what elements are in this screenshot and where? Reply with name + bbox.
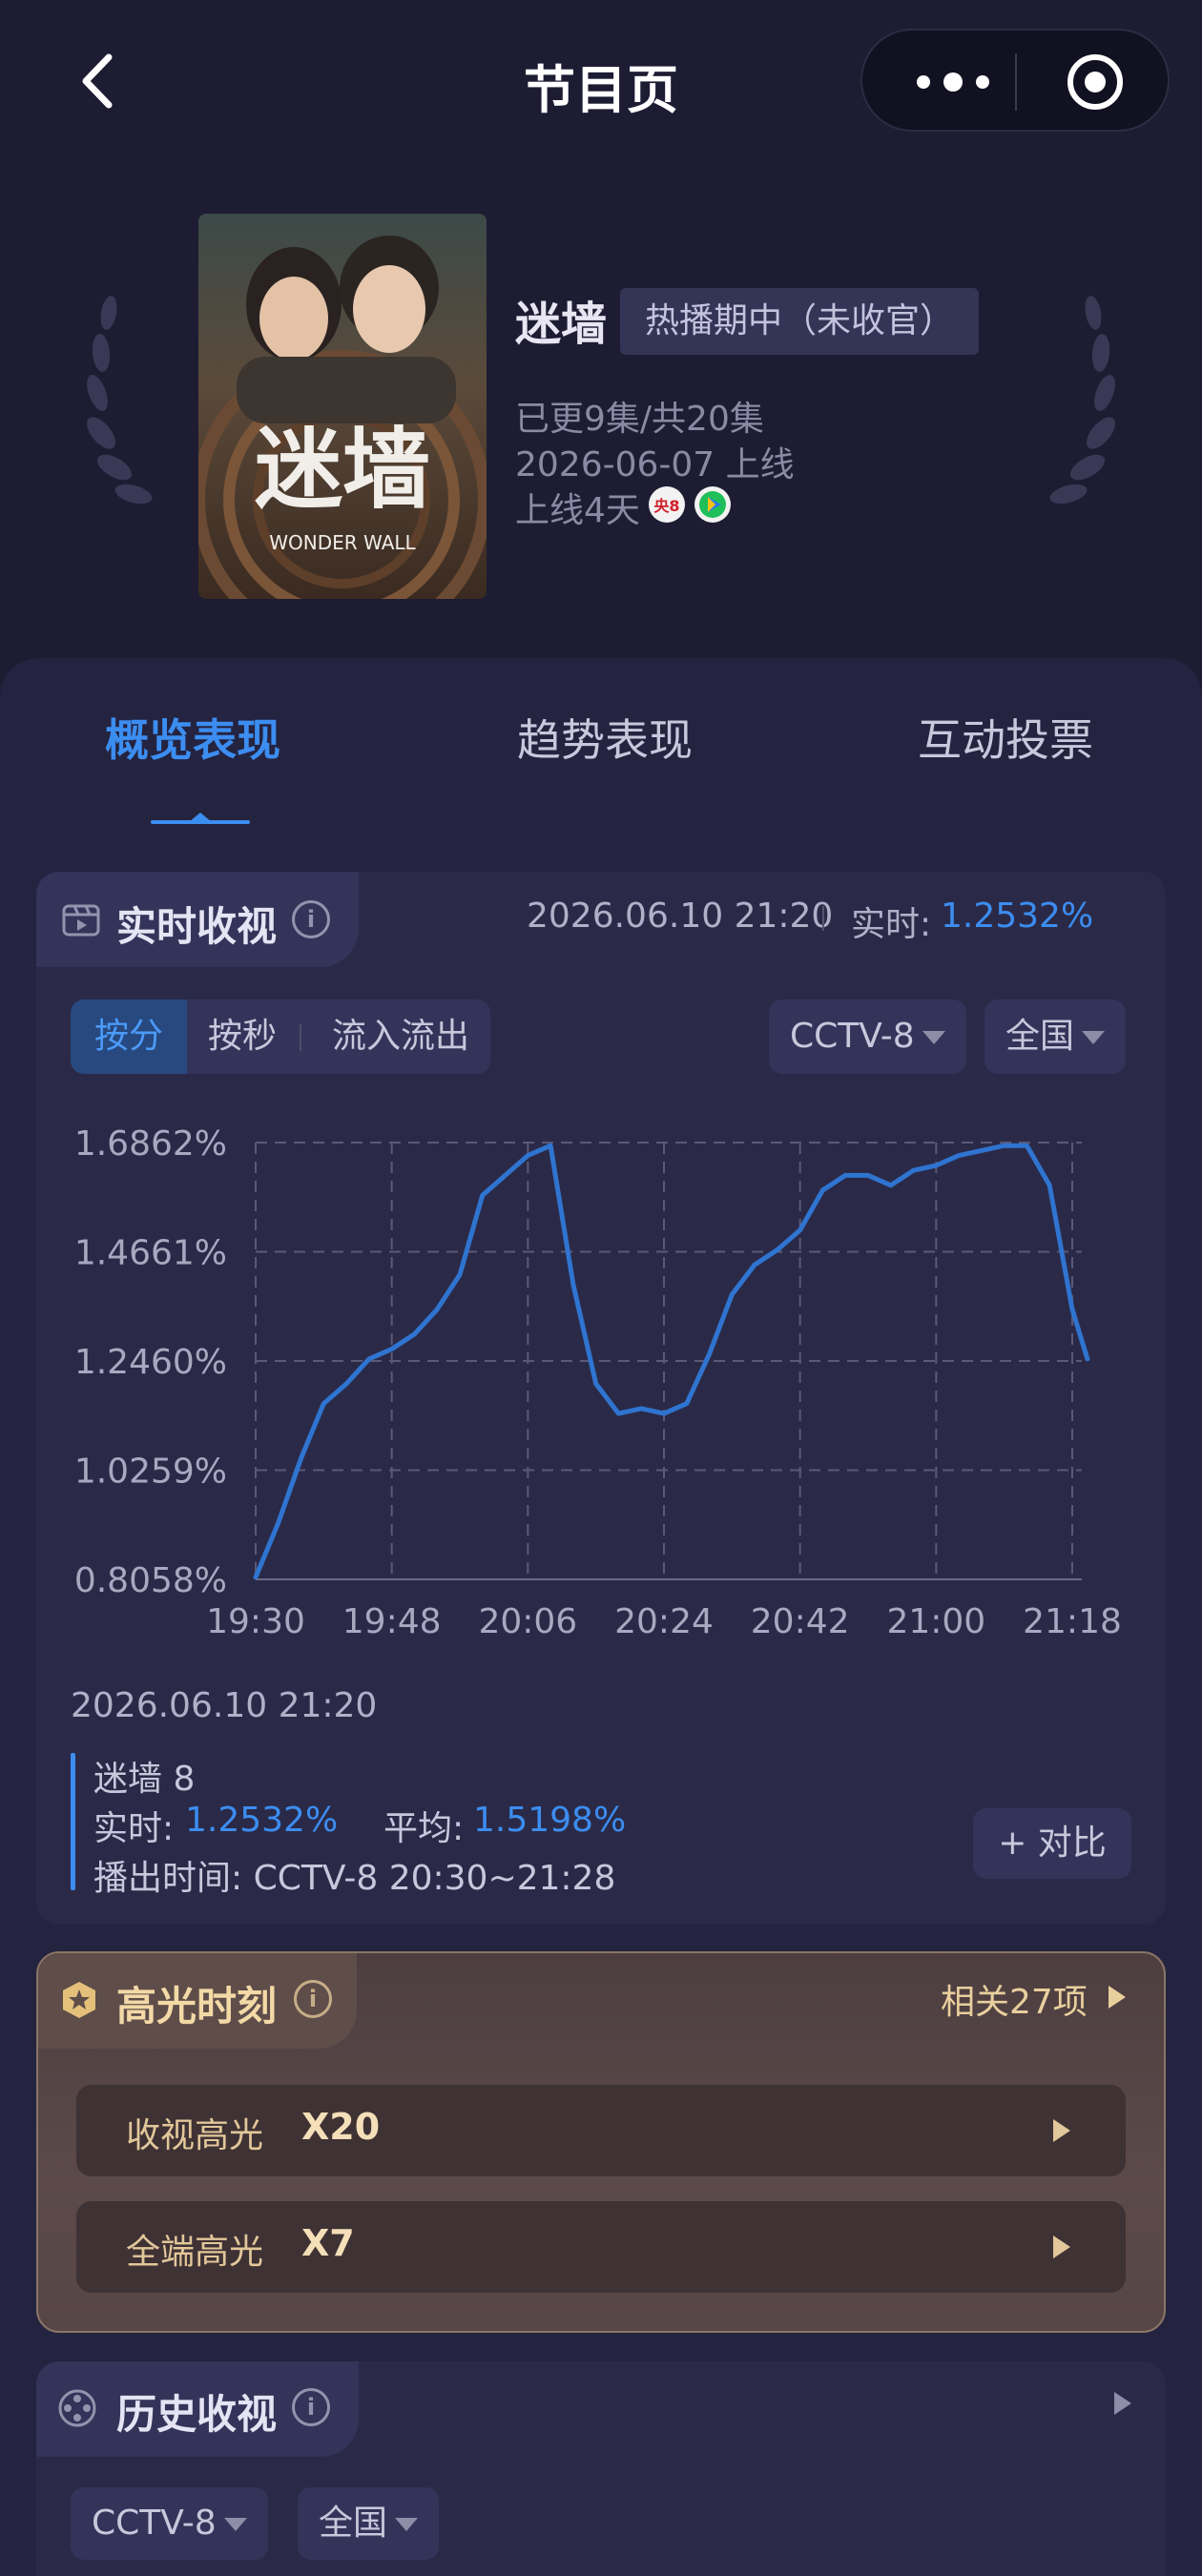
tab-indicator	[151, 820, 250, 824]
realtime-title: 实时收视	[116, 903, 278, 950]
highlights-related-label: 相关27项	[941, 1983, 1088, 2022]
tooltip-realtime-label: 实时:	[93, 1809, 175, 1848]
granularity-segmented-control: 按分 按秒 流入流出	[71, 999, 490, 1074]
tab-overview[interactable]: 概览表现	[105, 706, 280, 769]
tab-vote[interactable]: 互动投票	[918, 706, 1093, 769]
x-tick-label: 19:30	[206, 1602, 305, 1641]
play-arrow-icon[interactable]	[1114, 2392, 1131, 2415]
chevron-down-icon	[395, 2518, 419, 2531]
region-dropdown-value: 全国	[1005, 1017, 1075, 1056]
laurel-right-icon	[1040, 286, 1135, 515]
chevron-down-icon	[922, 1031, 945, 1044]
history-channel-value: CCTV-8	[92, 2504, 217, 2543]
status-badge: 热播期中（未收官）	[620, 288, 980, 355]
region-dropdown[interactable]: 全国	[984, 999, 1127, 1074]
highlights-title: 高光时刻	[116, 1983, 278, 2030]
history-region-value: 全国	[319, 2504, 388, 2543]
info-icon[interactable]: i	[292, 2388, 330, 2426]
highlights-card-header: 高光时刻 i	[38, 1953, 357, 2049]
segment-inflow-outflow[interactable]: 流入流出	[311, 999, 490, 1074]
chevron-down-icon	[223, 2518, 247, 2531]
realtime-label: 实时:	[851, 905, 932, 944]
history-region-dropdown[interactable]: 全国	[298, 2487, 440, 2560]
tooltip-average-label: 平均:	[383, 1809, 465, 1848]
highlight-count: X20	[301, 2106, 381, 2148]
star-badge-icon	[59, 1980, 99, 2020]
highlight-label: 全端高光	[126, 2233, 264, 2272]
history-card-header: 历史收视 i	[36, 2361, 359, 2457]
more-icon[interactable]	[910, 59, 996, 105]
channel-dropdown-value: CCTV-8	[790, 1017, 915, 1056]
show-name: 迷墙	[515, 298, 608, 351]
svg-text:央8: 央8	[653, 497, 679, 515]
tooltip-series-name: 迷墙 8	[93, 1760, 196, 1799]
divider	[822, 906, 824, 931]
y-tick-label: 0.8058%	[74, 1561, 227, 1600]
ratings-line-chart[interactable]: 0.8058% 1.0259% 1.2460% 1.4661% 1.6862% 19:30…	[38, 1097, 1164, 1669]
y-tick-label: 1.0259%	[74, 1453, 227, 1492]
segment-divider	[300, 1024, 301, 1051]
capsule-divider	[1015, 53, 1017, 111]
video-platform-icon	[694, 486, 731, 523]
x-tick-label: 21:18	[1023, 1602, 1122, 1641]
film-reel-icon	[57, 2388, 97, 2428]
history-channel-dropdown[interactable]: CCTV-8	[71, 2487, 268, 2560]
highlight-count: X7	[301, 2222, 355, 2264]
days-online: 上线4天	[515, 491, 640, 530]
x-tick-label: 21:00	[886, 1602, 985, 1641]
highlight-row-ratings[interactable]: 收视高光 X20	[76, 2085, 1126, 2176]
cctv8-channel-icon: 央8	[649, 486, 685, 523]
realtime-value: 1.2532%	[941, 896, 1094, 936]
tooltip-average-value: 1.5198%	[473, 1801, 627, 1840]
y-tick-label: 1.4661%	[74, 1234, 227, 1273]
history-title: 历史收视	[116, 2391, 278, 2438]
info-icon[interactable]: i	[294, 1980, 332, 2018]
highlight-row-all-platform[interactable]: 全端高光 X7	[76, 2201, 1126, 2293]
laurel-left-icon	[67, 286, 162, 515]
info-icon[interactable]: i	[292, 900, 330, 938]
y-tick-label: 1.6862%	[74, 1124, 227, 1164]
compare-button[interactable]: + 对比	[973, 1808, 1131, 1879]
premiere-date: 2026-06-07 上线	[515, 445, 795, 484]
chevron-down-icon	[1082, 1031, 1106, 1044]
play-arrow-icon[interactable]	[1109, 1986, 1126, 2009]
show-poster[interactable]: 迷墙 WONDER WALL	[198, 214, 487, 599]
x-tick-label: 20:42	[751, 1602, 850, 1641]
realtime-timestamp: 2026.06.10 21:20	[527, 896, 834, 936]
top-bar: 节目页	[0, 0, 1202, 162]
highlights-related-link[interactable]: 相关27项	[941, 1974, 1088, 2024]
close-target-icon[interactable]	[1065, 52, 1126, 113]
x-tick-label: 19:48	[342, 1602, 442, 1641]
play-arrow-icon	[1053, 2119, 1070, 2142]
tooltip-series-marker	[71, 1753, 75, 1890]
tooltip-airtime: 播出时间: CCTV-8 20:30~21:28	[93, 1859, 616, 1898]
tv-icon	[61, 900, 101, 940]
segment-by-second[interactable]: 按秒	[187, 999, 298, 1074]
highlight-label: 收视高光	[126, 2116, 264, 2155]
y-tick-label: 1.2460%	[74, 1343, 227, 1382]
play-arrow-icon	[1053, 2236, 1070, 2258]
episode-count: 已更9集/共20集	[515, 400, 764, 439]
poster-title: 迷墙	[255, 419, 430, 521]
tab-trend[interactable]: 趋势表现	[517, 706, 693, 769]
tooltip-date: 2026.06.10 21:20	[71, 1686, 378, 1725]
channel-dropdown[interactable]: CCTV-8	[769, 999, 966, 1074]
x-tick-label: 20:24	[614, 1602, 714, 1641]
tooltip-realtime-value: 1.2532%	[185, 1801, 339, 1840]
poster-subtitle: WONDER WALL	[269, 531, 416, 554]
x-tick-label: 20:06	[478, 1602, 577, 1641]
realtime-card-header: 实时收视 i	[36, 872, 359, 967]
segment-by-minute[interactable]: 按分	[71, 999, 187, 1074]
mini-program-capsule	[860, 29, 1170, 132]
